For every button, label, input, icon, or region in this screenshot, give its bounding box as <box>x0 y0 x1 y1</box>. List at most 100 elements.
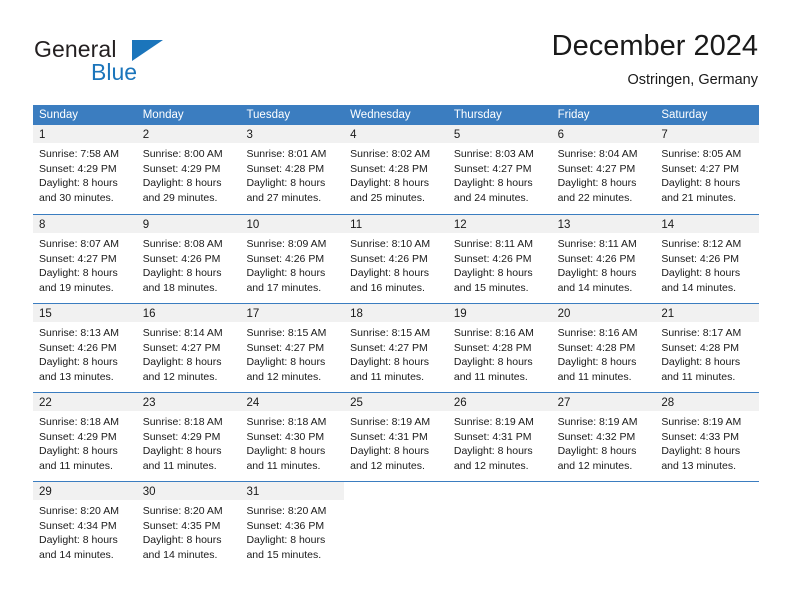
day-cell[interactable]: 27 Sunrise: 8:19 AM Sunset: 4:32 PM Dayligh… <box>551 393 656 481</box>
day-cell[interactable]: 2 Sunrise: 8:00 AM Sunset: 4:29 PM Daylight… <box>136 125 241 214</box>
day-number-band: 19 <box>447 304 552 322</box>
day-details: Sunrise: 8:05 AM Sunset: 4:27 PM Daylight:… <box>655 143 759 205</box>
day-cell[interactable]: 21 Sunrise: 8:17 AM Sunset: 4:28 PM Dayligh… <box>655 304 760 392</box>
daylight-text-line2: and 27 minutes. <box>246 191 322 204</box>
sunset-text: Sunset: 4:27 PM <box>557 162 636 175</box>
daylight-text-line2: and 11 minutes. <box>142 459 217 472</box>
day-cell[interactable]: 12 Sunrise: 8:11 AM Sunset: 4:26 PM Dayligh… <box>447 215 552 303</box>
daylight-text-line1: Daylight: 8 hours <box>350 356 429 369</box>
day-cell[interactable]: 13 Sunrise: 8:11 AM Sunset: 4:26 PM Dayligh… <box>551 215 656 303</box>
day-cell[interactable]: 3 Sunrise: 8:01 AM Sunset: 4:28 PM Daylight… <box>240 125 345 214</box>
day-details: Sunrise: 8:16 AM Sunset: 4:28 PM Daylight:… <box>448 322 552 384</box>
daylight-text-line1: Daylight: 8 hours <box>453 177 533 190</box>
day-number-band: 23 <box>136 393 241 411</box>
day-cell[interactable]: 23 Sunrise: 8:18 AM Sunset: 4:29 PM Dayligh… <box>136 393 241 481</box>
page-header: General Blue December 2024 Ostringen, Ge… <box>0 0 792 104</box>
day-cell[interactable]: 9 Sunrise: 8:08 AM Sunset: 4:26 PM Daylight… <box>136 215 241 303</box>
daylight-text-line2: and 13 minutes. <box>39 370 114 383</box>
sunrise-text: Sunrise: 8:15 AM <box>350 327 431 339</box>
day-cell[interactable]: 11 Sunrise: 8:10 AM Sunset: 4:26 PM Dayligh… <box>344 215 448 303</box>
daylight-text-line2: and 25 minutes. <box>350 191 425 204</box>
daylight-text-line2: and 21 minutes. <box>661 191 737 204</box>
day-cell[interactable]: 15 Sunrise: 8:13 AM Sunset: 4:26 PM Dayligh… <box>33 304 137 392</box>
sunset-text: Sunset: 4:26 PM <box>142 252 221 265</box>
day-number-band <box>655 482 759 500</box>
general-blue-logo: General Blue <box>34 36 224 88</box>
sunrise-text: Sunrise: 8:10 AM <box>350 238 431 250</box>
day-number-band: 30 <box>136 482 241 500</box>
day-cell[interactable]: 30 Sunrise: 8:20 AM Sunset: 4:35 PM Dayligh… <box>136 482 241 570</box>
day-details: Sunrise: 8:14 AM Sunset: 4:27 PM Daylight:… <box>137 322 241 384</box>
day-cell[interactable]: 29 Sunrise: 8:20 AM Sunset: 4:34 PM Dayligh… <box>33 482 137 570</box>
daylight-text-line1: Daylight: 8 hours <box>142 177 222 190</box>
weekday-header-tuesday: Tuesday <box>246 109 291 121</box>
daylight-text-line2: and 11 minutes. <box>39 459 113 472</box>
day-cell[interactable]: 31 Sunrise: 8:20 AM Sunset: 4:36 PM Dayligh… <box>240 482 345 570</box>
daylight-text-line1: Daylight: 8 hours <box>661 356 741 369</box>
calendar-grid: Sunday Monday Tuesday Wednesday Thursday Frid… <box>33 105 760 570</box>
daylight-text-line1: Daylight: 8 hours <box>661 177 741 190</box>
day-cell[interactable]: 16 Sunrise: 8:14 AM Sunset: 4:27 PM Dayligh… <box>136 304 241 392</box>
day-cell[interactable]: 24 Sunrise: 8:18 AM Sunset: 4:30 PM Dayligh… <box>240 393 345 481</box>
day-details: Sunrise: 8:10 AM Sunset: 4:26 PM Daylight:… <box>344 233 448 295</box>
day-cell[interactable]: 28 Sunrise: 8:19 AM Sunset: 4:33 PM Dayligh… <box>655 393 760 481</box>
day-details: Sunrise: 8:09 AM Sunset: 4:26 PM Daylight:… <box>240 233 344 295</box>
day-number: 6 <box>557 129 564 141</box>
day-details: Sunrise: 8:20 AM Sunset: 4:34 PM Daylight:… <box>33 500 137 562</box>
day-number-band: 18 <box>344 304 448 322</box>
day-cell[interactable]: 18 Sunrise: 8:15 AM Sunset: 4:27 PM Dayligh… <box>344 304 448 392</box>
day-cell[interactable]: 20 Sunrise: 8:16 AM Sunset: 4:28 PM Dayligh… <box>551 304 656 392</box>
day-number: 17 <box>246 308 260 320</box>
daylight-text-line1: Daylight: 8 hours <box>453 356 533 369</box>
sunset-text: Sunset: 4:28 PM <box>557 341 636 354</box>
day-cell[interactable]: 26 Sunrise: 8:19 AM Sunset: 4:31 PM Dayligh… <box>447 393 552 481</box>
daylight-text-line1: Daylight: 8 hours <box>661 267 741 280</box>
logo-triangle-icon <box>132 40 163 61</box>
weekday-header-thursday: Thursday <box>453 109 502 121</box>
sunrise-text: Sunrise: 8:04 AM <box>557 148 638 160</box>
day-cell[interactable]: 25 Sunrise: 8:19 AM Sunset: 4:31 PM Dayligh… <box>344 393 448 481</box>
daylight-text-line2: and 22 minutes. <box>557 191 633 204</box>
sunrise-text: Sunrise: 8:18 AM <box>246 416 327 428</box>
title-block: December 2024 Ostringen, Germany <box>552 28 758 90</box>
day-number-band: 29 <box>33 482 137 500</box>
day-cell[interactable]: 5 Sunrise: 8:03 AM Sunset: 4:27 PM Daylight… <box>447 125 552 214</box>
daylight-text-line1: Daylight: 8 hours <box>246 177 326 190</box>
sunrise-text: Sunrise: 8:02 AM <box>350 148 431 160</box>
day-cell[interactable]: 14 Sunrise: 8:12 AM Sunset: 4:26 PM Dayligh… <box>655 215 760 303</box>
daylight-text-line1: Daylight: 8 hours <box>453 267 533 280</box>
weekday-header-saturday: Saturday <box>661 109 708 121</box>
day-cell[interactable]: 8 Sunrise: 8:07 AM Sunset: 4:27 PM Daylight… <box>33 215 137 303</box>
sunset-text: Sunset: 4:29 PM <box>142 430 221 443</box>
sunset-text: Sunset: 4:31 PM <box>350 430 428 443</box>
sunset-text: Sunset: 4:31 PM <box>453 430 532 443</box>
day-number-band: 14 <box>655 215 760 233</box>
sunrise-text: Sunrise: 8:17 AM <box>661 327 742 339</box>
sunset-text: Sunset: 4:26 PM <box>453 252 532 265</box>
day-cell[interactable]: 19 Sunrise: 8:16 AM Sunset: 4:28 PM Dayligh… <box>447 304 552 392</box>
day-cell[interactable]: 22 Sunrise: 8:18 AM Sunset: 4:29 PM Dayligh… <box>33 393 137 481</box>
day-details: Sunrise: 8:13 AM Sunset: 4:26 PM Daylight:… <box>33 322 137 384</box>
daylight-text-line1: Daylight: 8 hours <box>39 534 118 547</box>
weekday-header-wednesday: Wednesday <box>350 109 411 121</box>
day-number: 21 <box>661 308 675 320</box>
calendar-page: General Blue December 2024 Ostringen, Ge… <box>0 0 792 612</box>
day-number: 20 <box>557 308 571 320</box>
sunrise-text: Sunrise: 8:00 AM <box>142 148 223 160</box>
day-cell[interactable]: 1 Sunrise: 7:58 AM Sunset: 4:29 PM Daylight… <box>33 125 137 214</box>
day-number-band: 27 <box>551 393 656 411</box>
day-cell[interactable]: 4 Sunrise: 8:02 AM Sunset: 4:28 PM Daylight… <box>344 125 448 214</box>
sunrise-text: Sunrise: 8:19 AM <box>557 416 638 428</box>
daylight-text-line2: and 11 minutes. <box>246 459 321 472</box>
day-cell[interactable]: 17 Sunrise: 8:15 AM Sunset: 4:27 PM Dayligh… <box>240 304 345 392</box>
day-number: 13 <box>557 219 571 231</box>
day-number: 1 <box>39 129 46 141</box>
day-cell[interactable]: 7 Sunrise: 8:05 AM Sunset: 4:27 PM Daylight… <box>655 125 760 214</box>
sunset-text: Sunset: 4:27 PM <box>142 341 221 354</box>
day-details <box>344 500 448 504</box>
day-cell[interactable]: 10 Sunrise: 8:09 AM Sunset: 4:26 PM Dayligh… <box>240 215 345 303</box>
daylight-text-line1: Daylight: 8 hours <box>142 356 222 369</box>
day-cell[interactable]: 6 Sunrise: 8:04 AM Sunset: 4:27 PM Daylight… <box>551 125 656 214</box>
sunset-text: Sunset: 4:29 PM <box>142 162 221 175</box>
sunrise-text: Sunrise: 8:11 AM <box>557 238 637 250</box>
